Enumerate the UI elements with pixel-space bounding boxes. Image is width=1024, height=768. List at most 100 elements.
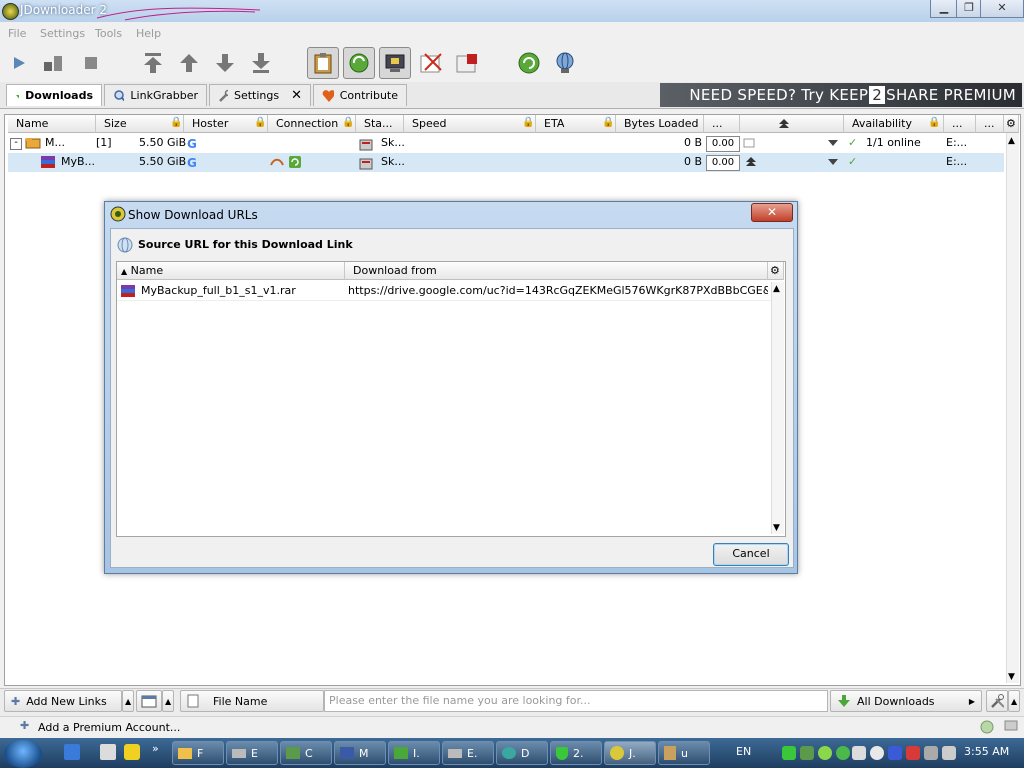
quicklaunch-app-icon[interactable] (100, 744, 116, 760)
column-settings-gear-icon[interactable]: ⚙ (1004, 115, 1019, 133)
move-up-button[interactable] (176, 50, 202, 76)
jdownloader-logo-icon (610, 746, 624, 760)
dropdown-arrow-icon[interactable] (828, 159, 838, 165)
start-button[interactable] (4, 740, 42, 768)
add-premium-account-link[interactable]: Add a Premium Account... (38, 721, 180, 734)
column-header-name[interactable]: Name (8, 115, 96, 133)
url-table-scrollbar[interactable] (771, 282, 784, 534)
column-header-priority[interactable] (740, 115, 844, 133)
taskbar-clock[interactable]: 3:55 AM (964, 745, 1009, 758)
dialog-close-button[interactable]: ✕ (751, 203, 793, 222)
menu-help[interactable]: Help (136, 27, 161, 40)
taskbar-item-d[interactable]: D (496, 741, 548, 765)
priority-icon (779, 119, 789, 128)
keep2share-banner[interactable]: NEED SPEED? Try KEEP 2 SHARE PREMIUM (660, 83, 1022, 107)
tray-app-icon[interactable] (852, 746, 866, 760)
filter-dropdown-arrow-icon[interactable]: ▲ (162, 690, 174, 712)
move-down-button[interactable] (212, 50, 238, 76)
reconnect-status-icon (980, 720, 994, 734)
url-table-header-name[interactable]: ▲ Name (117, 262, 345, 280)
scroll-down-arrow-icon[interactable]: ▼ (773, 523, 780, 533)
cancel-button[interactable]: Cancel (713, 543, 789, 566)
column-header-status[interactable]: Sta... (356, 115, 404, 133)
tray-app-icon[interactable] (818, 746, 832, 760)
dialog-heading: Source URL for this Download Link (138, 238, 353, 251)
file-status: Sk... (381, 155, 405, 168)
volume-icon[interactable] (942, 746, 956, 760)
media-player-icon[interactable] (124, 744, 140, 760)
table-scrollbar[interactable] (1006, 133, 1019, 683)
tray-shield-icon[interactable] (782, 746, 796, 760)
column-header-more-2[interactable]: ... (944, 115, 976, 133)
taskbar-item-u[interactable]: u (658, 741, 710, 765)
tray-app-icon[interactable] (924, 746, 938, 760)
scroll-up-arrow-icon[interactable]: ▲ (773, 284, 780, 294)
taskbar-item-drive[interactable]: E (226, 741, 278, 765)
taskbar-item-shield[interactable]: 2. (550, 741, 602, 765)
taskbar-item-explorer[interactable]: E. (442, 741, 494, 765)
connection-icon (270, 158, 284, 166)
tray-app-icon[interactable] (906, 746, 920, 760)
url-table[interactable] (116, 261, 786, 537)
stop-downloads-button[interactable] (78, 50, 104, 76)
taskbar-item-image[interactable]: C (280, 741, 332, 765)
search-field-selector[interactable]: File Name (180, 690, 324, 712)
column-header-more-3[interactable]: ... (976, 115, 1004, 133)
quick-settings-button[interactable] (986, 690, 1008, 712)
tray-app-icon[interactable] (836, 746, 850, 760)
scroll-up-arrow-icon[interactable]: ▲ (1008, 136, 1015, 146)
column-header-speed[interactable]: Speed (404, 115, 536, 133)
clear-list-button[interactable] (418, 50, 444, 76)
column-header-bytes-loaded[interactable]: Bytes Loaded (616, 115, 704, 133)
arrow-up-icon (180, 54, 198, 72)
show-desktop-icon[interactable] (64, 744, 80, 760)
url-row-download-url[interactable]: https://drive.google.com/uc?id=143RcGqZE… (348, 282, 768, 300)
clipboard-observer-toggle[interactable] (307, 47, 339, 79)
move-top-button[interactable] (140, 50, 166, 76)
package-priority-value[interactable]: 0.00 (706, 136, 740, 152)
auto-reconnect-toggle[interactable] (343, 47, 375, 79)
quicklaunch-overflow-icon[interactable]: » (152, 742, 159, 755)
move-bottom-button[interactable] (248, 50, 274, 76)
settings-dropdown-arrow-icon[interactable]: ▲ (1008, 690, 1020, 712)
taskbar-item-installer[interactable]: I. (388, 741, 440, 765)
close-tab-icon[interactable]: ✕ (291, 88, 302, 103)
maximize-button[interactable]: ❐ (956, 0, 982, 18)
taskbar-item-monitor[interactable]: M (334, 741, 386, 765)
start-downloads-button[interactable] (6, 50, 32, 76)
language-indicator[interactable]: EN (736, 745, 751, 758)
url-table-settings-gear-icon[interactable]: ⚙ (768, 262, 784, 280)
add-links-dropdown-arrow-icon[interactable]: ▲ (122, 690, 134, 712)
menu-tools[interactable]: Tools (95, 27, 122, 40)
taskbar-item-folder[interactable]: F (172, 741, 224, 765)
search-input[interactable]: Please enter the file name you are looki… (324, 690, 828, 712)
tray-app-icon[interactable] (800, 746, 814, 760)
tab-settings[interactable]: Settings ✕ (209, 84, 311, 106)
tab-linkgrabber[interactable]: LinkGrabber (104, 84, 207, 106)
pause-downloads-button[interactable] (40, 50, 66, 76)
tab-contribute[interactable]: Contribute (313, 84, 407, 106)
file-priority-value[interactable]: 0.00 (706, 155, 740, 171)
tray-ie-icon[interactable] (870, 746, 884, 760)
reconnect-button[interactable] (516, 50, 542, 76)
taskbar-item-label: M (359, 746, 369, 760)
update-button[interactable] (552, 50, 578, 76)
dropdown-arrow-icon[interactable] (828, 140, 838, 146)
premium-toggle[interactable] (379, 47, 411, 79)
tab-downloads[interactable]: Downloads (6, 84, 102, 106)
column-header-more-1[interactable]: ... (704, 115, 740, 133)
taskbar-item-jdownloader[interactable]: J. (604, 741, 656, 765)
all-downloads-selector[interactable]: All Downloads ▶ (830, 690, 982, 712)
collapse-package-toggle[interactable]: - (10, 138, 22, 150)
minimize-button[interactable]: ▁ (930, 0, 958, 18)
add-new-links-button[interactable]: ✚ Add New Links (4, 690, 122, 712)
scroll-down-arrow-icon[interactable]: ▼ (1008, 672, 1015, 682)
close-window-button[interactable]: ✕ (980, 0, 1024, 18)
remove-finished-button[interactable] (454, 50, 480, 76)
arrow-top-icon (144, 53, 162, 73)
url-table-header-from[interactable]: Download from (345, 262, 768, 280)
menu-settings[interactable]: Settings (40, 27, 85, 40)
tray-network-icon[interactable] (888, 746, 902, 760)
calendar-filter-button[interactable] (136, 690, 162, 712)
menu-file[interactable]: File (8, 27, 26, 40)
